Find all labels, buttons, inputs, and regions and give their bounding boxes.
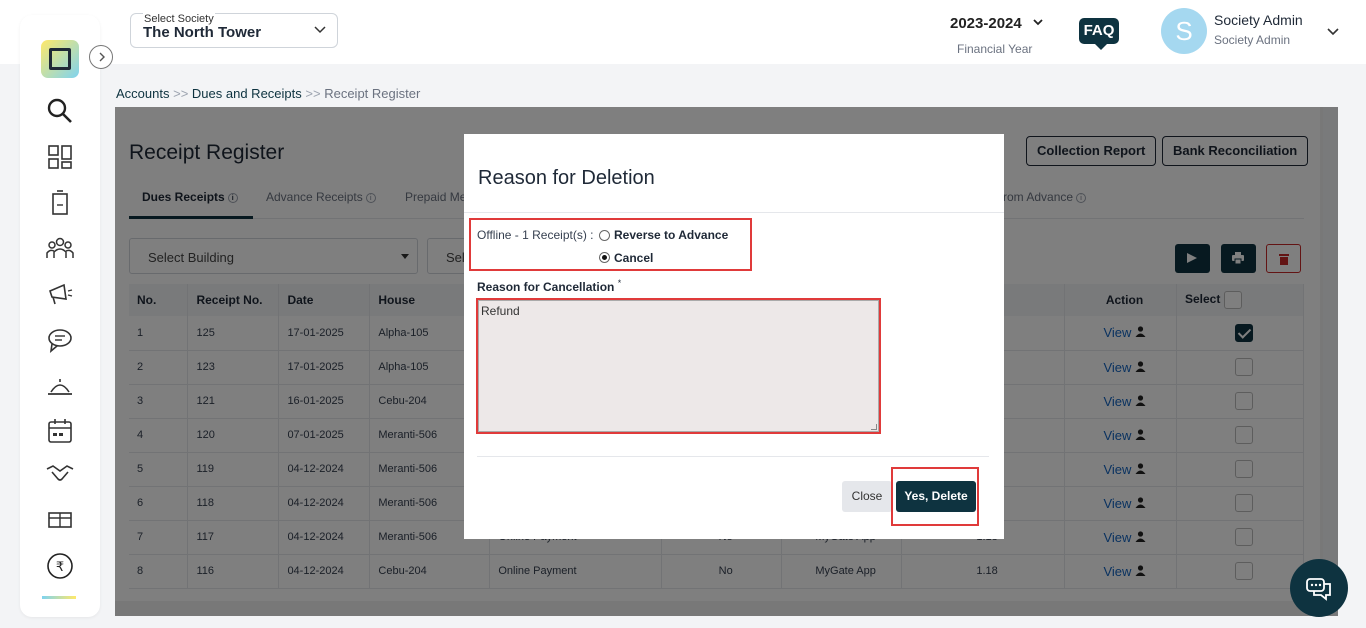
- faq-button[interactable]: FAQ: [1079, 18, 1119, 50]
- support-chat-icon: [1306, 578, 1331, 601]
- logo-icon[interactable]: [41, 40, 79, 78]
- building-icon[interactable]: [46, 189, 74, 217]
- support-chat-button[interactable]: [1290, 559, 1348, 617]
- highlight-box: [476, 298, 881, 434]
- breadcrumb-separator: >>: [173, 86, 189, 101]
- financial-year-value: 2023-2024: [950, 15, 1022, 32]
- search-icon[interactable]: [46, 97, 74, 125]
- members-icon[interactable]: [46, 234, 74, 262]
- calendar-icon[interactable]: [46, 417, 74, 445]
- user-role: Society Admin: [1214, 33, 1291, 47]
- close-button[interactable]: Close: [842, 481, 892, 512]
- breadcrumb-current: Receipt Register: [324, 86, 421, 101]
- announcement-icon[interactable]: [46, 280, 74, 308]
- breadcrumb-dues-and-receipts[interactable]: Dues and Receipts: [192, 86, 302, 101]
- society-select-value: The North Tower: [143, 24, 262, 41]
- active-indicator: [42, 596, 76, 599]
- sidebar: ₹: [20, 15, 100, 617]
- required-mark: *: [617, 278, 622, 288]
- rupee-icon[interactable]: ₹: [46, 552, 74, 580]
- chevron-down-icon: [1033, 19, 1043, 26]
- society-select[interactable]: Select Society The North Tower: [130, 13, 338, 48]
- dashboard-icon[interactable]: [46, 143, 74, 171]
- handshake-icon[interactable]: [46, 459, 74, 487]
- reason-label-text: Reason for Cancellation: [477, 280, 615, 294]
- chevron-down-icon[interactable]: [1326, 24, 1340, 38]
- svg-text:₹: ₹: [56, 560, 64, 575]
- chat-icon[interactable]: [46, 326, 74, 354]
- reason-for-deletion-modal: Reason for Deletion Offline - 1 Receipt(…: [464, 134, 1004, 539]
- highlight-box: [469, 218, 752, 271]
- chevron-right-icon: [99, 52, 105, 62]
- financial-year-select[interactable]: 2023-2024 Financial Year: [950, 15, 1050, 56]
- avatar[interactable]: S: [1161, 8, 1207, 54]
- top-header: Select Society The North Tower 2023-2024…: [0, 0, 1366, 64]
- breadcrumb: Accounts >> Dues and Receipts >> Receipt…: [116, 86, 420, 101]
- amenities-icon[interactable]: [46, 505, 74, 533]
- divider: [477, 456, 989, 457]
- chevron-down-icon: [314, 26, 326, 34]
- service-icon[interactable]: [46, 372, 74, 400]
- highlight-box: [891, 467, 979, 526]
- user-name: Society Admin: [1214, 12, 1303, 28]
- modal-title: Reason for Deletion: [478, 167, 655, 189]
- financial-year-label: Financial Year: [957, 42, 1033, 56]
- sidebar-toggle-button[interactable]: [89, 45, 113, 69]
- breadcrumb-separator: >>: [305, 86, 321, 101]
- reason-label: Reason for Cancellation *: [477, 278, 621, 294]
- breadcrumb-accounts[interactable]: Accounts: [116, 86, 169, 101]
- divider: [464, 212, 1004, 213]
